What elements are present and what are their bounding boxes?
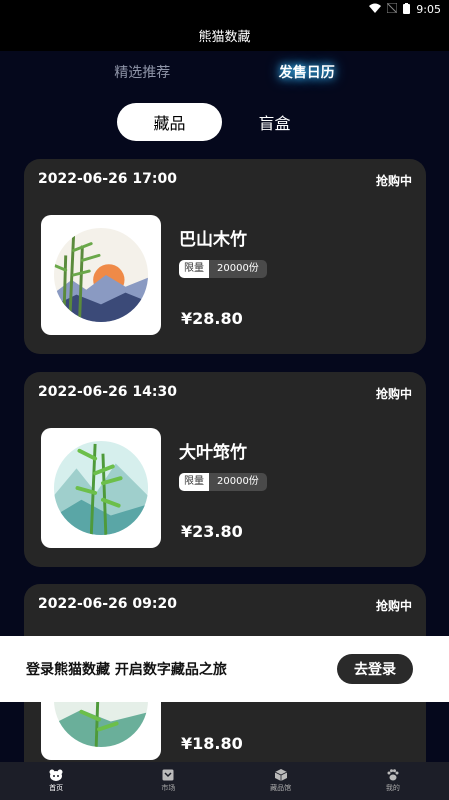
- status-badge: 抢购中: [375, 387, 412, 401]
- wifi-icon: [369, 3, 382, 16]
- limit-count: 20000份: [209, 260, 267, 278]
- product-name: 巴山木竹: [179, 230, 247, 250]
- page-title: 熊猫数藏: [198, 29, 251, 45]
- clock: 9:05: [416, 3, 441, 16]
- paw-icon: [387, 769, 399, 781]
- segment-blind-box[interactable]: 盲盒: [222, 103, 327, 141]
- login-prompt: 登录熊猫数藏 开启数字藏品之旅: [26, 662, 227, 678]
- battery-icon: [403, 2, 411, 17]
- tabbar-item-profile[interactable]: 我的: [353, 769, 433, 793]
- segment-collectibles[interactable]: 藏品: [117, 103, 222, 141]
- tabbar-label: 市场: [161, 784, 176, 792]
- login-button[interactable]: 去登录: [337, 654, 413, 684]
- product-image: [41, 215, 161, 335]
- tab-release-calendar[interactable]: 发售日历: [279, 62, 335, 82]
- login-banner: 登录熊猫数藏 开启数字藏品之旅 去登录: [0, 636, 449, 702]
- limit-tag: 限量 20000份: [179, 260, 267, 278]
- tabbar-item-home[interactable]: 首页: [16, 769, 96, 793]
- product-name: 大叶筇竹: [179, 443, 247, 463]
- tabbar-item-market[interactable]: 市场: [128, 769, 208, 793]
- status-badge: 抢购中: [375, 174, 412, 188]
- bamboo-mountain-icon: [53, 440, 149, 536]
- status-bar: 9:05: [0, 0, 449, 19]
- top-tabs: 精选推荐 发售日历: [0, 52, 449, 92]
- product-image: [41, 428, 161, 548]
- segment-control: 藏品 盲盒: [117, 103, 327, 141]
- tabbar-label: 我的: [385, 784, 400, 792]
- panda-icon: [49, 769, 63, 781]
- product-card[interactable]: 2022-06-26 17:00 抢购中 巴山木竹 限量 20000份 ¥28.…: [24, 159, 426, 354]
- status-badge: 抢购中: [375, 599, 412, 613]
- tabbar-label: 首页: [49, 784, 64, 792]
- tabbar-item-gallery[interactable]: 藏品馆: [241, 769, 321, 793]
- limit-count: 20000份: [209, 473, 267, 491]
- release-date: 2022-06-26 17:00: [38, 171, 177, 187]
- signal-icon: [386, 2, 398, 16]
- cube-icon: [274, 769, 287, 781]
- product-price: ¥18.80: [181, 734, 243, 753]
- market-icon: [162, 769, 174, 781]
- app-header: 熊猫数藏: [0, 19, 449, 51]
- tabbar-label: 藏品馆: [270, 784, 292, 792]
- release-date: 2022-06-26 09:20: [38, 596, 177, 612]
- limit-label: 限量: [179, 260, 209, 278]
- limit-tag: 限量 20000份: [179, 473, 267, 491]
- product-card[interactable]: 2022-06-26 14:30 抢购中 大叶筇竹 限量 20000份 ¥23.…: [24, 372, 426, 567]
- bamboo-sunset-icon: [53, 227, 149, 323]
- tab-featured[interactable]: 精选推荐: [114, 62, 170, 82]
- product-price: ¥28.80: [181, 309, 243, 328]
- limit-label: 限量: [179, 473, 209, 491]
- bottom-tabbar: 首页 市场 藏品馆 我的: [0, 762, 449, 800]
- product-price: ¥23.80: [181, 522, 243, 541]
- release-date: 2022-06-26 14:30: [38, 384, 177, 400]
